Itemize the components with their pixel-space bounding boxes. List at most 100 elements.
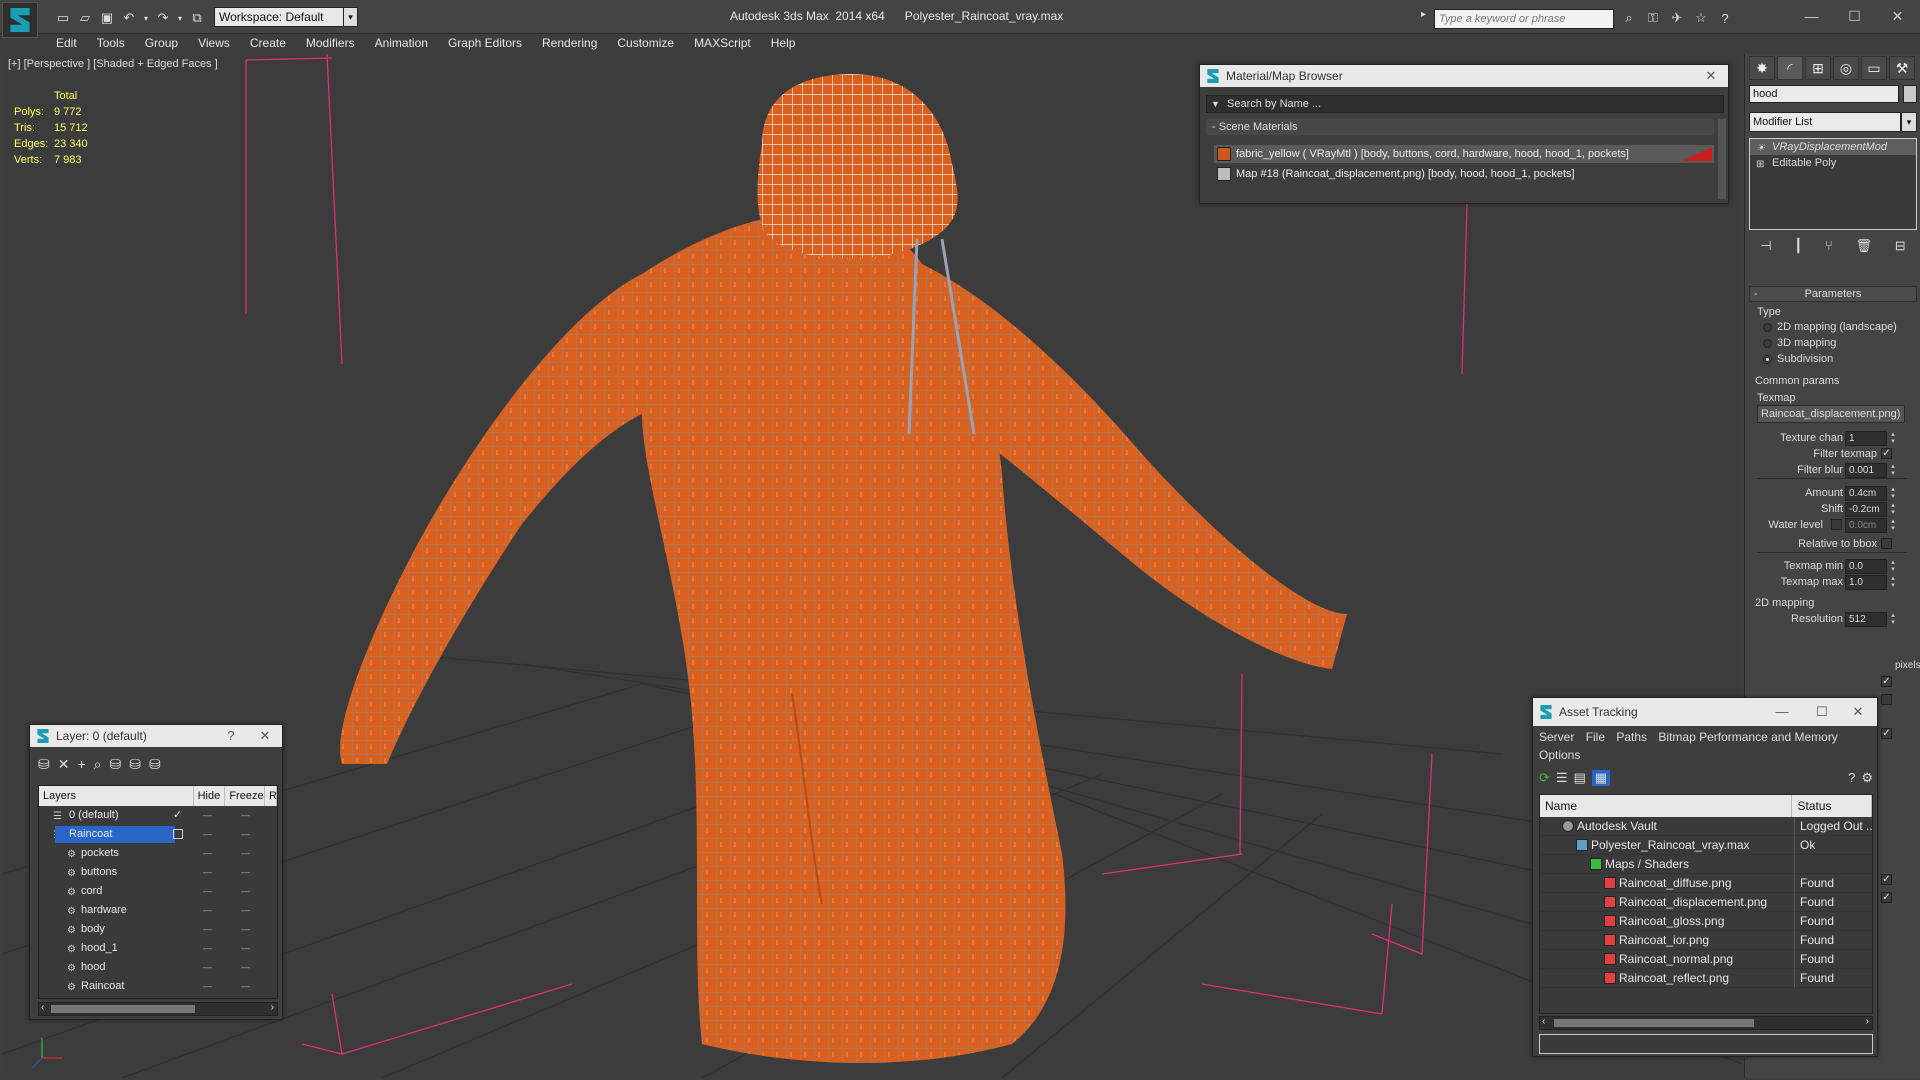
project-folder-icon[interactable]: ⧉ [188, 9, 206, 27]
chevron-right-icon[interactable]: › [1866, 1016, 1869, 1027]
radio-subdivision[interactable]: Subdivision [1763, 353, 1833, 365]
material-search-input[interactable]: ▼ Search by Name ... [1206, 95, 1724, 113]
menu-maxscript[interactable]: MAXScript [684, 33, 761, 53]
asset-row-maps[interactable]: Maps / Shaders [1540, 855, 1872, 874]
map-row[interactable]: Map #18 (Raincoat_displacement.png) [bod… [1214, 165, 1714, 183]
add-to-layer-icon[interactable]: + [77, 756, 85, 773]
highlight-layer-icon[interactable]: ⛁ [110, 756, 122, 773]
column-layers[interactable]: Layers [39, 786, 194, 806]
menu-modifiers[interactable]: Modifiers [296, 33, 365, 53]
freeze-toggle[interactable]: — [241, 825, 250, 844]
chevron-left-icon[interactable]: ‹ [1542, 1016, 1545, 1027]
tab-utilities-icon[interactable]: ⚒ [1889, 56, 1915, 80]
viewport-label[interactable]: [+] [Perspective ] [Shaded + Edged Faces… [8, 58, 218, 70]
scrollbar[interactable] [1718, 119, 1726, 199]
set-current-layer-box[interactable] [173, 829, 183, 839]
asset-row-png[interactable]: Raincoat_displacement.png Found [1540, 893, 1872, 912]
subscription-icon[interactable]: ⚿ [1644, 9, 1662, 27]
radio-2d-mapping[interactable]: 2D mapping (landscape) [1763, 321, 1897, 333]
table-view-icon[interactable]: ▦ [1591, 770, 1611, 786]
delete-layer-icon[interactable]: ✕ [58, 756, 70, 773]
relative-to-bbox-checkbox[interactable] [1881, 538, 1892, 549]
scene-materials-section[interactable]: - Scene Materials [1206, 119, 1714, 135]
scrollbar-thumb[interactable] [1554, 1019, 1754, 1027]
close-icon[interactable]: ✕ [1696, 65, 1726, 87]
asset-row-png[interactable]: Raincoat_gloss.png Found [1540, 912, 1872, 931]
layer-window-titlebar[interactable]: Layer: 0 (default) ? ✕ [30, 725, 282, 747]
close-icon[interactable]: ✕ [1876, 3, 1919, 29]
chevron-down-icon[interactable]: ▾ [343, 7, 358, 27]
chevron-right-icon[interactable]: › [271, 1002, 274, 1013]
object-color-swatch[interactable] [1903, 85, 1917, 103]
menu-graph-editors[interactable]: Graph Editors [438, 33, 532, 53]
menu-group[interactable]: Group [135, 33, 188, 53]
freeze-toggle[interactable]: — [241, 901, 250, 920]
water-level-checkbox[interactable] [1831, 519, 1842, 530]
layer-object-row[interactable]: ⚙ Raincoat — — [39, 977, 277, 996]
undo-icon[interactable]: ↶ [120, 9, 138, 27]
help-button[interactable]: ? [216, 725, 246, 747]
tab-modify-icon[interactable]: ◜ [1777, 56, 1803, 80]
redo-dropdown-icon[interactable]: ▾ [176, 9, 184, 27]
spinner-arrows-icon[interactable]: ▴ ▾ [1889, 486, 1897, 501]
layer-object-row[interactable]: ⚙ pockets — — [39, 844, 277, 863]
scrollbar-thumb[interactable] [51, 1005, 195, 1013]
close-icon[interactable]: ✕ [250, 725, 280, 747]
asset-row-png[interactable]: Raincoat_diffuse.png Found [1540, 874, 1872, 893]
hide-toggle[interactable]: — [203, 920, 212, 939]
layer-object-row[interactable]: ⚙ hood_1— — [39, 939, 277, 958]
hide-toggle[interactable]: — [203, 958, 212, 977]
pin-stack-icon[interactable]: ⊣ [1760, 238, 1771, 254]
shift-spinner[interactable]: -0.2cm [1845, 502, 1887, 517]
amount-spinner[interactable]: 0.4cm [1845, 486, 1887, 501]
menu-options[interactable]: Options [1539, 748, 1580, 762]
search-input[interactable]: Type a keyword or phrase [1434, 9, 1614, 29]
menu-views[interactable]: Views [188, 33, 240, 53]
search-expand-icon[interactable]: ▸ [1421, 9, 1433, 27]
menu-paths[interactable]: Paths [1616, 730, 1647, 744]
water-level-spinner[interactable]: 0.0cm [1845, 518, 1887, 533]
remove-modifier-icon[interactable]: 🗑 [1855, 238, 1872, 254]
menu-animation[interactable]: Animation [365, 33, 438, 53]
hide-toggle[interactable]: — [203, 939, 212, 958]
maximize-icon[interactable]: ☐ [1807, 698, 1837, 726]
minimize-icon[interactable]: — [1790, 3, 1833, 29]
make-unique-icon[interactable]: ⑂ [1825, 238, 1833, 254]
hide-toggle[interactable]: — [203, 825, 212, 844]
object-name-field[interactable]: hood [1749, 85, 1899, 103]
spinner-arrows-icon[interactable]: ▴ ▾ [1889, 518, 1897, 533]
menu-server[interactable]: Server [1539, 730, 1574, 744]
column-render[interactable]: R [265, 786, 277, 806]
expand-plus-icon[interactable]: ⊞ [1756, 157, 1764, 173]
spinner-arrows-icon[interactable]: ▴ ▾ [1889, 559, 1897, 574]
menu-help[interactable]: Help [761, 33, 806, 53]
hide-toggle[interactable]: — [203, 844, 212, 863]
hide-toggle[interactable]: — [203, 977, 212, 996]
column-hide[interactable]: Hide [194, 786, 226, 806]
spinner-arrows-icon[interactable]: ▴ ▾ [1889, 575, 1897, 590]
layer-row[interactable]: ☰ 0 (default) ✓ — — [39, 806, 277, 825]
layer-object-row[interactable]: ⚙ hardware — — [39, 901, 277, 920]
tab-motion-icon[interactable]: ◎ [1833, 56, 1859, 80]
binoculars-icon[interactable]: ⌕ [1620, 9, 1638, 27]
freeze-toggle[interactable]: — [241, 806, 250, 825]
asset-row-png[interactable]: Raincoat_reflect.png Found [1540, 969, 1872, 988]
layer-row[interactable]: ☰Raincoat—— [39, 825, 277, 844]
filter-texmap-checkbox[interactable]: ✓ [1881, 448, 1892, 459]
freeze-toggle[interactable]: — [241, 844, 250, 863]
menu-bitmap-performance[interactable]: Bitmap Performance and Memory [1658, 730, 1837, 744]
freeze-toggle[interactable]: — [241, 939, 250, 958]
texmap-button[interactable]: Raincoat_displacement.png) [1757, 405, 1905, 423]
chevron-left-icon[interactable]: ‹ [41, 1002, 44, 1013]
freeze-toggle[interactable]: — [241, 958, 250, 977]
maximize-icon[interactable]: ☐ [1833, 3, 1876, 29]
refresh-icon[interactable]: ⟳ [1539, 770, 1550, 786]
chevron-down-icon[interactable]: ▾ [1901, 112, 1917, 132]
texmap-min-spinner[interactable]: 0.0 [1845, 559, 1887, 574]
menu-file[interactable]: File [1586, 730, 1605, 744]
app-menu-button[interactable] [2, 2, 38, 38]
hide-toggle[interactable]: — [203, 901, 212, 920]
workspace-dropdown[interactable]: Workspace: Default [214, 7, 358, 27]
hide-toggle[interactable]: — [203, 882, 212, 901]
material-row[interactable]: fabric_yellow ( VRayMtl ) [body, buttons… [1214, 145, 1714, 163]
